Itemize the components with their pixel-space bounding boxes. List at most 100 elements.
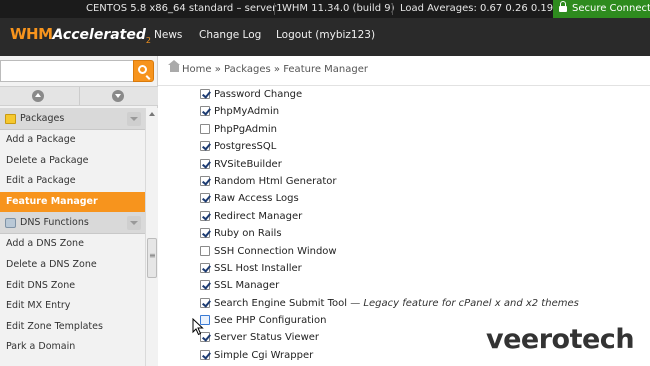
breadcrumb-packages[interactable]: Packages <box>224 64 271 75</box>
feature-row: Redirect Manager <box>198 208 650 225</box>
feature-label[interactable]: Ruby on Rails <box>214 225 282 242</box>
scrollbar-thumb[interactable] <box>147 238 157 278</box>
breadcrumb: Home » Packages » Feature Manager <box>168 60 369 75</box>
feature-label[interactable]: Password Change <box>214 86 302 103</box>
sidebar-item-delete-package[interactable]: Delete a Package <box>0 151 145 172</box>
whm-logo[interactable]: WHMAccelerated2 <box>10 24 151 50</box>
feature-label[interactable]: See PHP Configuration <box>214 312 326 329</box>
feature-row: Ruby on Rails <box>198 225 650 242</box>
section-dns-functions[interactable]: DNS Functions <box>0 212 145 235</box>
feature-checkbox[interactable] <box>200 141 210 152</box>
feature-row: RVSiteBuilder <box>198 156 650 173</box>
breadcrumb-current: Feature Manager <box>283 64 369 75</box>
section-title: Packages <box>20 113 65 124</box>
feature-label[interactable]: RVSiteBuilder <box>214 156 282 173</box>
feature-row: Random Html Generator <box>198 173 650 190</box>
load-averages: Load Averages: 0.67 0.26 0.19 <box>400 3 554 14</box>
feature-checkbox[interactable] <box>200 349 210 360</box>
feature-checkbox[interactable] <box>200 175 210 186</box>
feature-checkbox[interactable] <box>200 228 210 239</box>
feature-checkbox[interactable] <box>200 262 210 273</box>
feature-label[interactable]: PostgresSQL <box>214 138 276 155</box>
feature-label[interactable]: Raw Access Logs <box>214 190 299 207</box>
breadcrumb-home[interactable]: Home <box>182 64 212 75</box>
collapse-toggle[interactable] <box>127 216 141 231</box>
feature-label[interactable]: PhpPgAdmin <box>214 121 277 138</box>
feature-row: SSL Manager <box>198 277 650 294</box>
scroll-up-arrow-icon[interactable] <box>149 112 155 116</box>
feature-checkbox[interactable] <box>200 106 210 117</box>
arrow-up-icon <box>32 90 44 102</box>
feature-row: Raw Access Logs <box>198 190 650 207</box>
feature-checkbox[interactable] <box>200 89 210 99</box>
secure-connection-label: Secure Connection <box>572 3 650 14</box>
feature-row: Search Engine Submit Tool — Legacy featu… <box>198 295 650 312</box>
search-button[interactable] <box>133 60 154 82</box>
scroll-down-button[interactable] <box>79 87 157 105</box>
feature-row: PostgresSQL <box>198 138 650 155</box>
feature-label[interactable]: Simple Cgi Wrapper <box>214 347 313 364</box>
search-input[interactable] <box>0 60 133 82</box>
logo-superscript: 2 <box>145 36 151 45</box>
breadcrumb-sep: » <box>273 64 281 75</box>
feature-label[interactable]: Random Html Generator <box>214 173 337 190</box>
feature-label-with-note[interactable]: Search Engine Submit Tool — Legacy featu… <box>214 295 579 312</box>
feature-checkbox[interactable] <box>200 193 210 204</box>
feature-row: PhpPgAdmin <box>198 121 650 138</box>
feature-checkbox[interactable] <box>200 280 210 291</box>
feature-checkbox[interactable] <box>200 158 210 169</box>
watermark-text: veerotech <box>486 324 634 355</box>
feature-label[interactable]: Server Status Viewer <box>214 329 319 346</box>
divider <box>274 3 275 15</box>
scroll-up-button[interactable] <box>0 87 78 105</box>
feature-checkbox[interactable] <box>200 210 210 221</box>
section-title: DNS Functions <box>20 217 89 229</box>
veerotech-watermark-logo: veerotech <box>486 324 635 355</box>
nav-change-log[interactable]: Change Log <box>199 18 261 56</box>
whm-version: WHM 11.34.0 (build 9) <box>282 3 395 14</box>
home-icon <box>168 60 180 72</box>
sidebar-item-add-package[interactable]: Add a Package <box>0 130 145 151</box>
os-info: CENTOS 5.8 x86_64 standard – server1 <box>86 3 283 14</box>
section-packages[interactable]: Packages <box>0 108 145 130</box>
secure-connection-badge[interactable]: Secure Connection <box>553 0 650 18</box>
sidebar-item-delete-dns-zone[interactable]: Delete a DNS Zone <box>0 255 145 276</box>
sidebar-item-edit-dns-zone[interactable]: Edit DNS Zone <box>0 276 145 297</box>
sidebar-scrollbar[interactable] <box>145 108 158 366</box>
sidebar-item-edit-mx-entry[interactable]: Edit MX Entry <box>0 296 145 317</box>
sidebar: Packages Add a Package Delete a Package … <box>0 56 158 366</box>
sidebar-menu: Packages Add a Package Delete a Package … <box>0 108 145 366</box>
feature-label[interactable]: Redirect Manager <box>214 208 302 225</box>
breadcrumb-sep: » <box>214 64 221 75</box>
sidebar-search <box>0 60 154 82</box>
logo-whm: WHM <box>10 25 53 43</box>
search-icon <box>138 65 147 74</box>
nav-logout[interactable]: Logout (mybiz123) <box>276 18 375 56</box>
dns-icon <box>5 218 16 229</box>
sidebar-item-edit-zone-templates[interactable]: Edit Zone Templates <box>0 317 145 338</box>
feature-checkbox[interactable] <box>200 245 210 256</box>
feature-label[interactable]: SSL Host Installer <box>214 260 302 277</box>
feature-checkbox[interactable] <box>200 297 210 308</box>
logo-accelerated: Accelerated <box>52 27 146 43</box>
collapse-toggle[interactable] <box>127 112 141 126</box>
feature-label[interactable]: PhpMyAdmin <box>214 103 279 120</box>
divider <box>392 3 393 15</box>
package-icon <box>5 114 16 124</box>
legacy-note: — Legacy feature for cPanel x and x2 the… <box>350 297 579 309</box>
feature-row: SSL Host Installer <box>198 260 650 277</box>
lock-icon <box>559 1 567 12</box>
top-header: WHMAccelerated2 News Change Log Logout (… <box>0 18 650 56</box>
nav-news[interactable]: News <box>154 18 182 56</box>
sidebar-item-feature-manager[interactable]: Feature Manager <box>0 191 145 213</box>
feature-row: SSH Connection Window <box>198 243 650 260</box>
feature-label[interactable]: SSL Manager <box>214 277 279 294</box>
sidebar-item-park-domain[interactable]: Park a Domain <box>0 337 145 358</box>
sidebar-item-edit-package[interactable]: Edit a Package <box>0 171 145 192</box>
sidebar-item-add-dns-zone[interactable]: Add a DNS Zone <box>0 234 145 255</box>
feature-row: PhpMyAdmin <box>198 103 650 120</box>
sidebar-pager <box>0 86 158 106</box>
feature-checkbox[interactable] <box>200 123 210 134</box>
server-status-bar: CENTOS 5.8 x86_64 standard – server1 WHM… <box>0 0 650 18</box>
feature-label[interactable]: SSH Connection Window <box>214 243 337 260</box>
